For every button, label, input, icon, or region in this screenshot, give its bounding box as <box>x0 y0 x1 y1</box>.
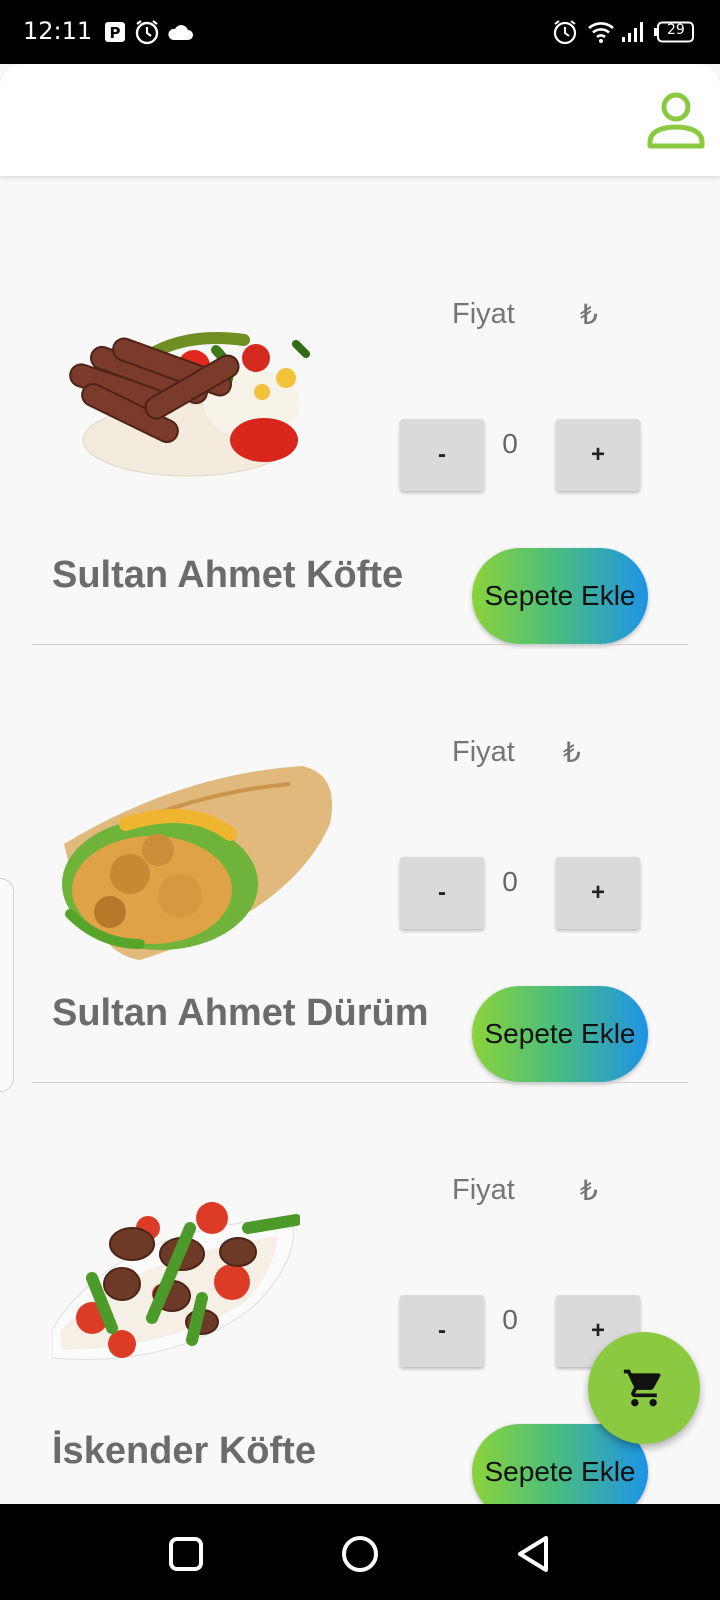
quantity-value: 0 <box>502 1304 518 1335</box>
wifi-icon <box>588 18 614 46</box>
product-name: Sultan Ahmet Köfte <box>52 554 404 596</box>
decrease-quantity-button[interactable]: - <box>400 1295 484 1367</box>
svg-text:P: P <box>110 24 121 42</box>
decrease-quantity-button[interactable]: - <box>400 419 484 491</box>
kofte-plate-image <box>66 328 312 484</box>
home-icon[interactable] <box>338 1532 382 1576</box>
alarm-icon <box>134 18 160 46</box>
app-bar <box>0 64 720 176</box>
increase-quantity-button[interactable]: + <box>556 419 640 491</box>
recent-apps-icon[interactable] <box>164 1532 208 1576</box>
price-label: Fiyat <box>452 1174 515 1206</box>
status-bar: 12:11 P 29 <box>0 0 720 64</box>
increase-quantity-button[interactable]: + <box>556 857 640 929</box>
cart-icon <box>623 1369 661 1407</box>
product-name: Sultan Ahmet Dürüm <box>52 992 429 1034</box>
product-name: İskender Köfte <box>52 1430 316 1472</box>
alarm-icon <box>552 18 578 46</box>
quantity-value: 0 <box>502 428 518 459</box>
durum-wrap-image <box>40 764 340 962</box>
product-card: Fiyat ₺ - 0 + Sultan Ahmet Dürüm Sepete … <box>0 614 720 1083</box>
navigation-bar <box>0 1504 720 1600</box>
price-label: Fiyat <box>452 298 515 330</box>
person-icon[interactable] <box>646 90 706 150</box>
back-icon[interactable] <box>512 1532 556 1576</box>
currency-symbol: ₺ <box>580 1175 598 1206</box>
price-label: Fiyat <box>452 736 515 768</box>
battery-level: 29 <box>667 22 685 38</box>
signal-icon <box>620 18 646 46</box>
currency-symbol: ₺ <box>563 737 581 768</box>
cart-button[interactable] <box>588 1332 700 1444</box>
status-time: 12:11 <box>23 17 93 45</box>
app-screen: Fiyat ₺ - 0 + Sultan Ahmet Köfte Sepete … <box>0 64 720 1504</box>
iskender-plate-image <box>51 1198 302 1370</box>
currency-symbol: ₺ <box>580 299 598 330</box>
quantity-value: 0 <box>502 866 518 897</box>
battery-icon: 29 <box>654 18 696 46</box>
cloud-icon <box>166 18 194 46</box>
product-list[interactable]: Fiyat ₺ - 0 + Sultan Ahmet Köfte Sepete … <box>0 176 720 1504</box>
product-card: Fiyat ₺ - 0 + Sultan Ahmet Köfte Sepete … <box>0 176 720 645</box>
parking-icon: P <box>104 18 126 46</box>
edge-panel-handle[interactable] <box>0 878 14 1092</box>
decrease-quantity-button[interactable]: - <box>400 857 484 929</box>
